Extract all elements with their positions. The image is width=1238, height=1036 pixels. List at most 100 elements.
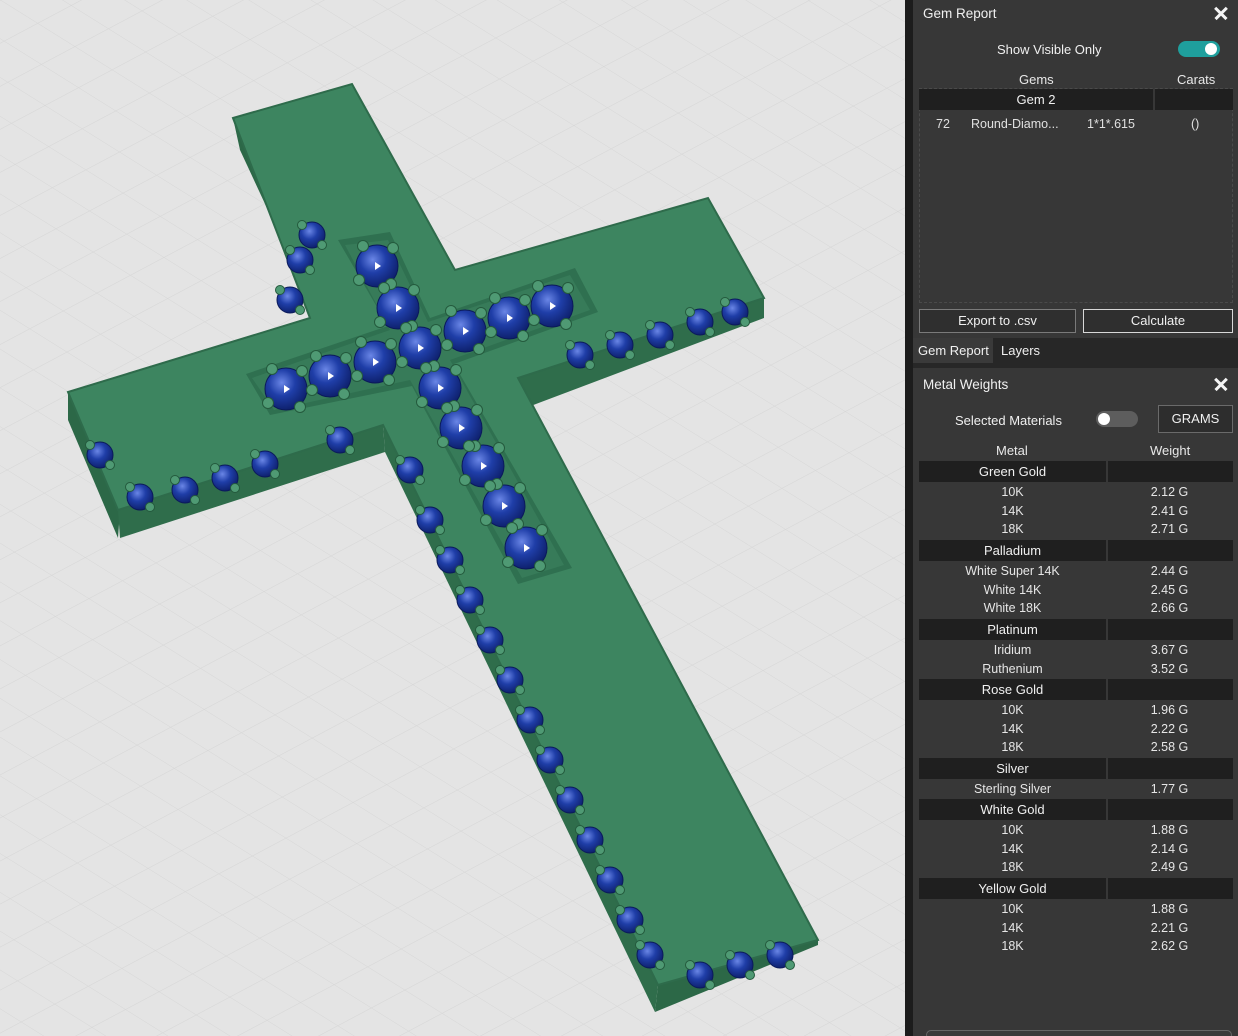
panel-splitter[interactable]: [905, 0, 913, 1036]
metal-name: 10K: [1001, 703, 1024, 717]
gem-prong: [170, 475, 180, 485]
metal-row[interactable]: 18K 2.49 G: [919, 858, 1233, 877]
gem-prong: [415, 475, 425, 485]
metal-name: 14K: [1001, 920, 1024, 935]
gem-prong: [605, 330, 615, 340]
metal-weight: 2.58 G: [1150, 740, 1189, 755]
gem-prong: [585, 360, 595, 370]
metal-weight: 3.52 G: [1150, 661, 1189, 676]
gem-prong: [210, 463, 220, 473]
gem-group-row[interactable]: Gem 2: [919, 89, 1233, 110]
gem-prong: [387, 242, 399, 254]
gem-prong: [295, 305, 305, 315]
gem-prong: [740, 317, 750, 327]
gem-prong: [357, 240, 369, 252]
gem-prong: [720, 297, 730, 307]
gem-prong: [415, 505, 425, 515]
gem-prong: [338, 388, 350, 400]
gem-prong: [514, 482, 526, 494]
metal-name: Sterling Silver: [973, 782, 1052, 796]
viewport-canvas[interactable]: [0, 0, 905, 1036]
metal-weight: 2.41 G: [1150, 503, 1189, 518]
metal-group-row[interactable]: Yellow Gold: [919, 878, 1233, 899]
gem-prong: [635, 925, 645, 935]
gem-prong: [385, 338, 397, 350]
gem-prong: [310, 350, 322, 362]
gem-prong: [785, 960, 795, 970]
gems-column-header: Gems: [1019, 72, 1054, 87]
metal-row[interactable]: 14K 2.22 G: [919, 720, 1233, 739]
gem-prong: [595, 845, 605, 855]
metal-group-name: White Gold: [980, 802, 1045, 817]
gem-prong: [266, 363, 278, 375]
3d-viewport[interactable]: [0, 0, 905, 1036]
metal-group-name: Platinum: [987, 622, 1038, 637]
gem-prong: [484, 480, 496, 492]
metal-group-row[interactable]: Green Gold: [919, 461, 1233, 482]
show-visible-only-toggle[interactable]: [1178, 41, 1220, 57]
metal-row[interactable]: White 18K 2.66 G: [919, 599, 1233, 618]
metal-group-row[interactable]: Palladium: [919, 540, 1233, 561]
selected-materials-toggle[interactable]: [1096, 411, 1138, 427]
gem-report-close-icon[interactable]: [1212, 3, 1230, 23]
metal-row[interactable]: 14K 2.14 G: [919, 840, 1233, 859]
horizontal-scrollbar[interactable]: [926, 1030, 1232, 1036]
gem-prong: [435, 545, 445, 555]
gem-prong: [575, 825, 585, 835]
gem-prong: [625, 350, 635, 360]
units-grams-button[interactable]: GRAMS: [1158, 405, 1233, 433]
metal-group-row[interactable]: White Gold: [919, 799, 1233, 820]
gem-prong: [665, 340, 675, 350]
gem-prong: [305, 265, 315, 275]
metal-row[interactable]: 18K 2.58 G: [919, 738, 1233, 757]
metal-row[interactable]: Sterling Silver 1.77 G: [919, 780, 1233, 799]
gem-prong: [705, 327, 715, 337]
metal-name: Ruthenium: [982, 661, 1043, 676]
metal-weights-close-icon[interactable]: [1212, 374, 1230, 394]
metal-weight: 2.14 G: [1150, 841, 1189, 856]
metal-row[interactable]: 10K 1.88 G: [919, 821, 1233, 840]
gem-prong: [745, 970, 755, 980]
tab-gem-report[interactable]: Gem Report: [913, 338, 993, 363]
metal-group-row[interactable]: Silver: [919, 758, 1233, 779]
metal-name: 10K: [1001, 485, 1024, 499]
gem-prong: [495, 665, 505, 675]
gem-prong: [595, 865, 605, 875]
metal-group-row[interactable]: Platinum: [919, 619, 1233, 640]
metal-row[interactable]: 18K 2.71 G: [919, 520, 1233, 539]
gem-prong: [420, 362, 432, 374]
metal-row[interactable]: Iridium 3.67 G: [919, 641, 1233, 660]
metal-row[interactable]: 18K 2.62 G: [919, 937, 1233, 956]
export-csv-button[interactable]: Export to .csv: [919, 309, 1076, 333]
gem-report-title: Gem Report: [923, 6, 997, 21]
metal-row[interactable]: White Super 14K 2.44 G: [919, 562, 1233, 581]
metal-row[interactable]: 10K 1.96 G: [919, 701, 1233, 720]
metal-row[interactable]: 14K 2.21 G: [919, 919, 1233, 938]
metal-weight: 1.77 G: [1150, 782, 1189, 796]
gem-size: 1*1*.615: [1087, 117, 1135, 131]
gem-prong: [455, 585, 465, 595]
gem-prong: [532, 280, 544, 292]
gem-prong: [105, 460, 115, 470]
metal-name: 14K: [1001, 841, 1024, 856]
gem-prong: [519, 294, 531, 306]
gem-prong: [562, 282, 574, 294]
metal-row[interactable]: 14K 2.41 G: [919, 502, 1233, 521]
gem-table: [919, 88, 1233, 303]
metal-group-row[interactable]: Rose Gold: [919, 679, 1233, 700]
metal-row[interactable]: Ruthenium 3.52 G: [919, 660, 1233, 679]
tab-layers[interactable]: Layers: [995, 338, 1045, 363]
gem-prong: [565, 340, 575, 350]
gem-prong: [340, 352, 352, 364]
metal-row[interactable]: 10K 2.12 G: [919, 483, 1233, 502]
gem-prong: [395, 455, 405, 465]
gem-prong: [502, 556, 514, 568]
gem-prong: [471, 404, 483, 416]
metal-row[interactable]: White 14K 2.45 G: [919, 581, 1233, 600]
metal-row[interactable]: 10K 1.88 G: [919, 900, 1233, 919]
calculate-button[interactable]: Calculate: [1083, 309, 1233, 333]
gem-prong: [145, 502, 155, 512]
gem-prong: [535, 745, 545, 755]
gem-group-name: Gem 2: [1016, 92, 1056, 107]
metal-name: 10K: [1001, 823, 1024, 837]
